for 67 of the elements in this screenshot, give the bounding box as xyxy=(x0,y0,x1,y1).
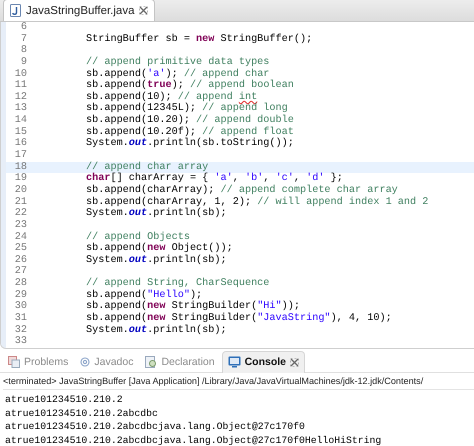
line-number: 24 xyxy=(14,232,27,243)
line-number: 26 xyxy=(14,254,27,266)
close-icon[interactable] xyxy=(139,6,148,15)
close-icon[interactable] xyxy=(290,358,300,366)
code-line: // append primitive data types xyxy=(86,56,270,68)
console-icon xyxy=(228,356,241,368)
code-line: sb.append(10.20f); // append float xyxy=(86,126,294,138)
code-line: sb.append(charArray, 1, 2); // will append index 1 and 2 xyxy=(86,196,428,208)
line-number: 17 xyxy=(14,150,27,162)
line-number: 18 xyxy=(14,162,27,173)
code-line: sb.append(10.20); // append double xyxy=(86,115,294,126)
line-number: 22 xyxy=(14,208,27,220)
code-line: sb.append("Hello"); xyxy=(86,290,202,301)
console-output-line: atrue101234510.210.2 xyxy=(4,393,124,406)
line-number: 12 xyxy=(14,92,27,103)
line-number: 15 xyxy=(14,126,27,138)
line-number: 7 xyxy=(20,34,27,45)
line-number: 10 xyxy=(14,68,27,80)
line-number: 25 xyxy=(14,243,27,255)
code-line: sb.append(new Object()); xyxy=(86,243,233,254)
line-number: 30 xyxy=(14,301,27,313)
line-number: 20 xyxy=(14,184,27,197)
line-number: 19 xyxy=(14,173,27,185)
line-number: 9 xyxy=(20,56,27,69)
code-line: // append char array xyxy=(86,162,208,173)
code-line: sb.append(true); // append boolean xyxy=(86,80,294,92)
line-number: 21 xyxy=(14,196,27,208)
panel-tab[interactable]: Problems xyxy=(3,351,74,372)
code-line: sb.append(12345L); // append long xyxy=(86,103,288,114)
line-number: 33 xyxy=(14,336,27,348)
code-line: sb.append(10); // append int xyxy=(86,92,258,103)
line-number: 31 xyxy=(14,313,27,325)
code-line: sb.append(charArray); // append complete char array xyxy=(86,184,398,196)
console-output-line: atrue101234510.210.2abcdbcjava.lang.Object@27c170f0 xyxy=(4,420,306,434)
line-number: 8 xyxy=(20,45,27,57)
console-output-line: atrue101234510.210.2abcdbcjava.lang.Object@27c170f0HelloHiString xyxy=(4,434,382,446)
line-number: 6 xyxy=(20,22,27,34)
code-line: System.out.println(sb); xyxy=(86,324,227,336)
code-line: System.out.println(sb); xyxy=(86,254,227,266)
problems-icon xyxy=(8,356,20,368)
line-number: 14 xyxy=(14,115,27,127)
console-output-line: atrue101234510.210.2abcdbc xyxy=(4,406,159,420)
line-number: 32 xyxy=(14,324,27,336)
editor-tab[interactable]: JavaStringBuffer.java xyxy=(3,0,156,21)
code-line: sb.append(new StringBuilder("Hi")); xyxy=(86,301,300,312)
panel-tab[interactable]: Javadoc xyxy=(75,351,138,372)
code-line: System.out.println(sb); xyxy=(86,208,227,220)
code-line: System.out.println(sb.toString()); xyxy=(86,138,294,150)
code-line: // append Objects xyxy=(86,232,190,243)
console-header: <terminated> JavaStringBuffer [Java Application] /Library/Java/JavaVirtualMachines/jdk-12.jdk/Contents/ xyxy=(3,376,474,390)
tab-title: JavaStringBuffer.java xyxy=(26,4,134,16)
line-number: 28 xyxy=(14,278,27,290)
declaration-icon xyxy=(145,356,158,368)
line-number: 11 xyxy=(14,80,27,92)
line-number: 29 xyxy=(14,290,27,301)
line-number: 23 xyxy=(14,220,27,232)
line-number: 27 xyxy=(14,266,27,278)
line-number: 13 xyxy=(14,103,27,115)
code-line: // append String, CharSequence xyxy=(86,278,270,290)
code-line: sb.append('a'); // append char xyxy=(86,68,270,80)
java-file-icon xyxy=(10,4,21,17)
line-number: 16 xyxy=(14,138,27,150)
panel-tab[interactable]: Console xyxy=(222,350,306,372)
code-line: char[] charArray = { 'a', 'b', 'c', 'd' }; xyxy=(86,173,343,184)
panel-tab[interactable]: Declaration xyxy=(140,351,220,372)
code-line: sb.append(new StringBuilder("JavaString"), 4, 10); xyxy=(86,313,392,324)
code-line: StringBuffer sb = new StringBuffer(); xyxy=(86,34,312,46)
